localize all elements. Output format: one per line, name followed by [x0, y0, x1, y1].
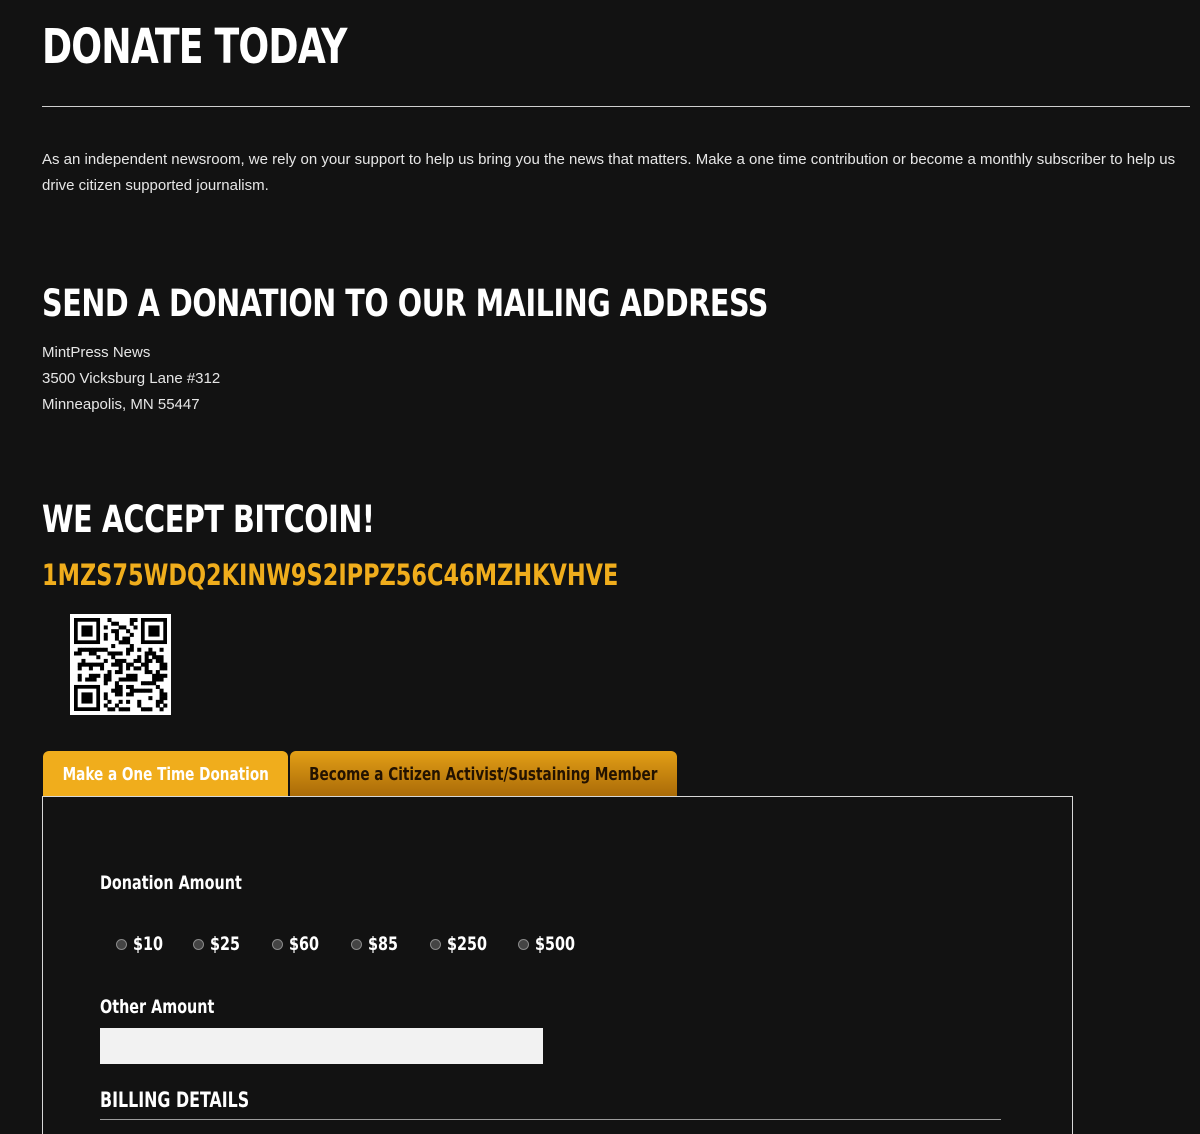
- title-divider: [42, 106, 1190, 107]
- amount-option-label: $25: [210, 933, 240, 955]
- radio-icon[interactable]: [193, 938, 204, 950]
- amount-option-label: $85: [368, 933, 398, 955]
- billing-divider: [100, 1119, 1001, 1120]
- amount-option-25[interactable]: $25: [193, 932, 246, 956]
- amount-option-250[interactable]: $250: [430, 932, 495, 956]
- tab-one-time-label: Make a One Time Donation: [62, 763, 269, 785]
- intro-text: As an independent newsroom, we rely on y…: [42, 151, 1176, 194]
- mailing-address: MintPress News 3500 Vicksburg Lane #312 …: [42, 340, 220, 418]
- amount-option-10[interactable]: $10: [116, 932, 169, 956]
- other-amount-label: Other Amount: [100, 996, 215, 1018]
- radio-icon[interactable]: [351, 938, 362, 950]
- amount-option-60[interactable]: $60: [272, 932, 325, 956]
- amount-option-85[interactable]: $85: [351, 932, 404, 956]
- address-line-street: 3500 Vicksburg Lane #312: [42, 370, 221, 387]
- other-amount-input[interactable]: [100, 1028, 543, 1064]
- amount-option-500[interactable]: $500: [518, 932, 583, 956]
- address-line-city: Minneapolis, MN 55447: [42, 396, 200, 413]
- donation-form-panel: [42, 796, 1073, 1134]
- amount-option-label: $60: [289, 933, 319, 955]
- tab-one-time-donation[interactable]: Make a One Time Donation: [43, 751, 288, 797]
- qr-code-icon: [70, 614, 171, 715]
- amount-option-label: $10: [133, 933, 163, 955]
- bitcoin-section-title: WE ACCEPT BITCOIN!: [42, 498, 375, 541]
- amount-option-label: $250: [447, 933, 487, 955]
- amount-option-label: $500: [535, 933, 575, 955]
- radio-icon[interactable]: [430, 938, 441, 950]
- bitcoin-address: 1MZS75WDQ2KINW9S2IPPZ56C46MZHKVHVE: [42, 558, 619, 592]
- mailing-section-title: SEND A DONATION TO OUR MAILING ADDRESS: [42, 282, 768, 325]
- radio-icon[interactable]: [518, 938, 529, 950]
- donation-amount-label: Donation Amount: [100, 872, 242, 894]
- page-title: DONATE TODAY: [42, 19, 347, 75]
- radio-icon[interactable]: [272, 938, 283, 950]
- tab-sustaining-member[interactable]: Become a Citizen Activist/Sustaining Mem…: [290, 751, 677, 797]
- billing-details-title: BILLING DETAILS: [100, 1088, 250, 1112]
- radio-icon[interactable]: [116, 938, 127, 950]
- tab-member-label: Become a Citizen Activist/Sustaining Mem…: [309, 763, 658, 785]
- address-line-name: MintPress News: [42, 344, 151, 361]
